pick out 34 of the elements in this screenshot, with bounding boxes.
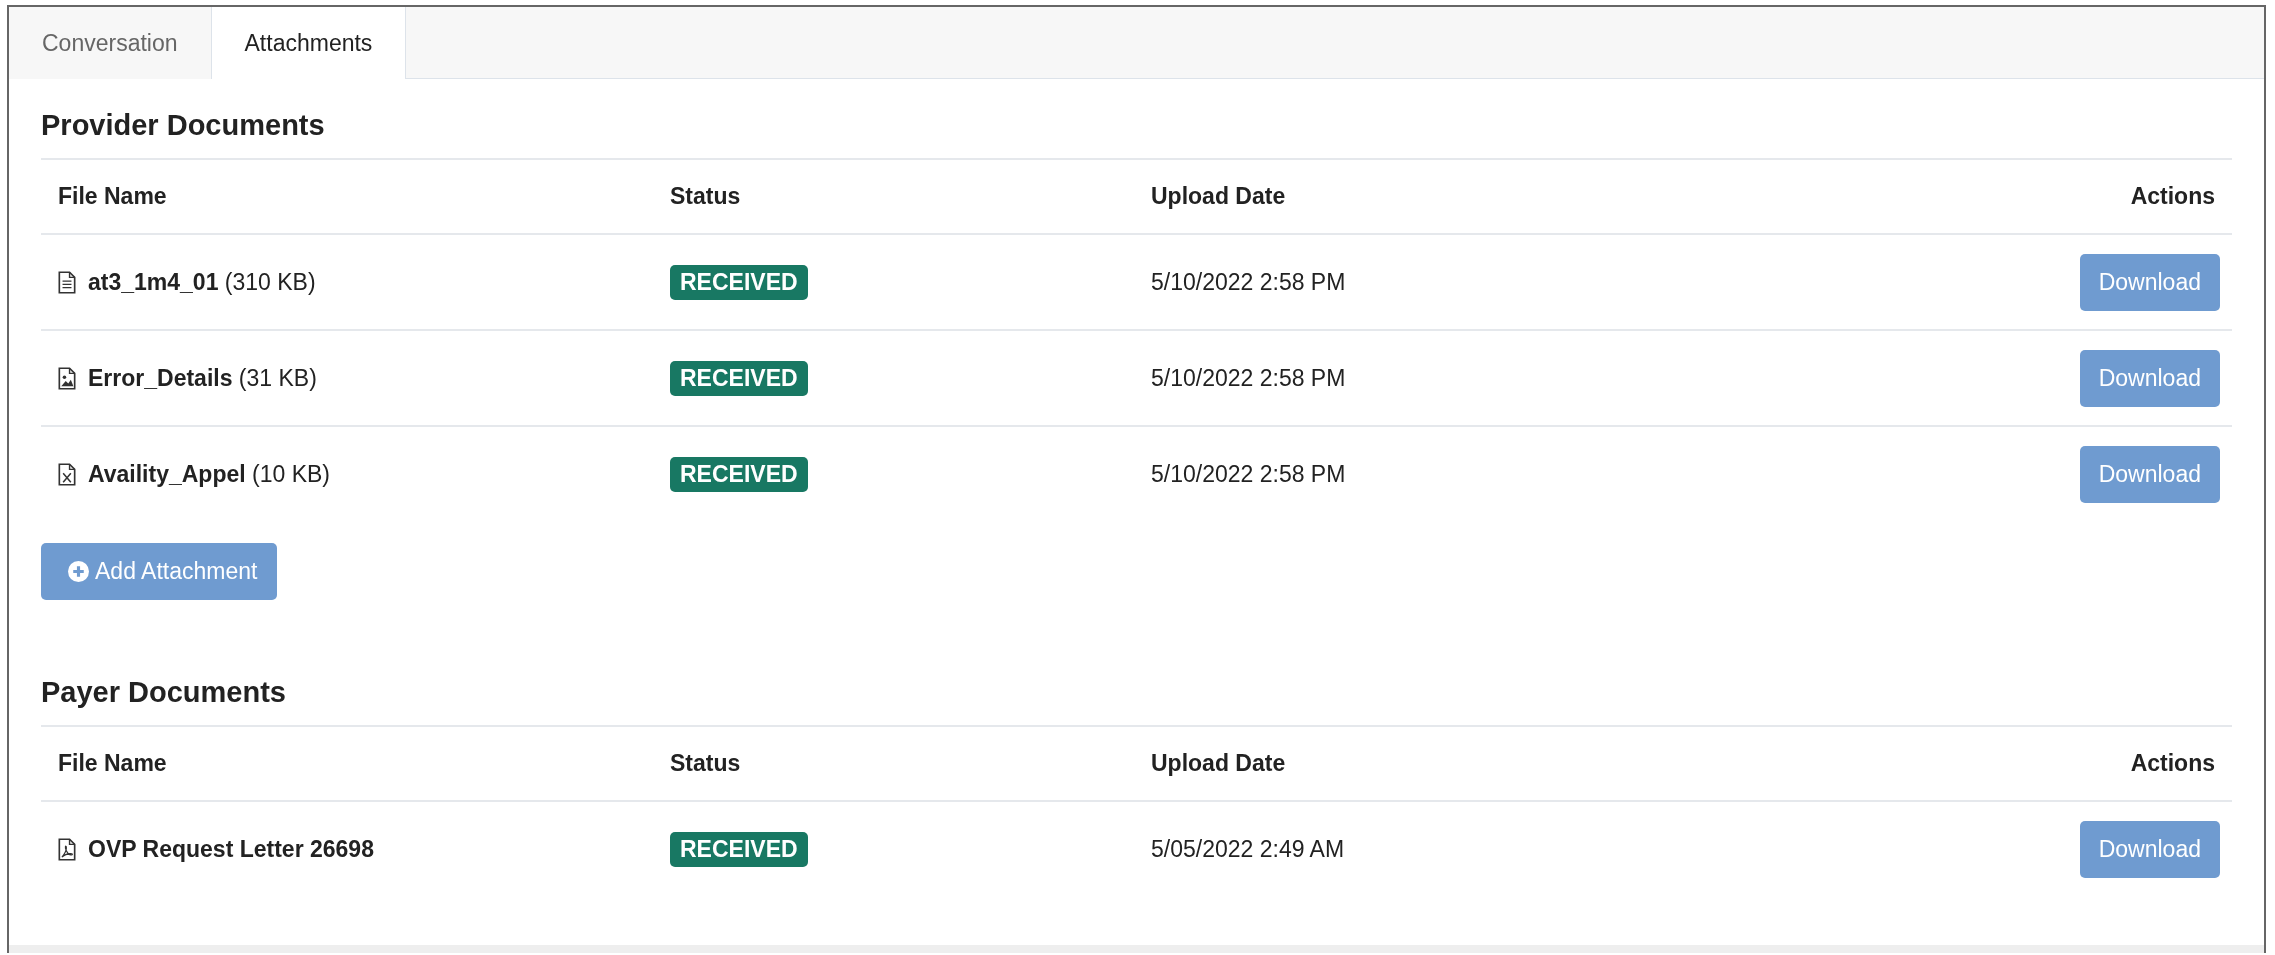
file-name: Error_Details (31 KB): [88, 364, 317, 392]
column-header: File Name: [41, 727, 653, 801]
download-button[interactable]: Download: [2079, 253, 2220, 311]
tab[interactable]: Conversation: [9, 7, 212, 79]
upload-date: 5/10/2022 2:58 PM: [1151, 364, 1346, 391]
text-file-icon: [58, 270, 76, 294]
column-header: Status: [653, 727, 1134, 801]
download-button[interactable]: Download: [2079, 445, 2220, 503]
file-name: Availity_Appel (10 KB): [88, 460, 331, 488]
upload-date: 5/10/2022 2:58 PM: [1151, 460, 1346, 487]
add-attachment-button[interactable]: Add Attachment: [41, 543, 278, 600]
upload-date: 5/05/2022 2:49 AM: [1151, 835, 1345, 862]
pdf-file-icon: [58, 837, 76, 861]
file-name: OVP Request Letter 26698: [88, 835, 374, 863]
column-header: Status: [653, 160, 1134, 234]
image-file-icon: [58, 366, 76, 390]
status-badge: RECEIVED: [670, 264, 808, 300]
status-badge: RECEIVED: [670, 456, 808, 492]
status-badge: RECEIVED: [670, 360, 808, 396]
file-name: at3_1m4_01 (310 KB): [88, 268, 316, 296]
plus-circle-icon: [68, 561, 89, 582]
column-header: Upload Date: [1134, 160, 1768, 234]
section-heading: Payer Documents: [41, 676, 2232, 727]
column-header: Actions: [1768, 727, 2232, 801]
section-heading: Provider Documents: [41, 109, 2232, 160]
download-button[interactable]: Download: [2079, 349, 2220, 407]
column-header: Actions: [1768, 160, 2232, 234]
column-header: File Name: [41, 160, 653, 234]
tab[interactable]: Attachments: [211, 7, 407, 79]
spreadsheet-file-icon: [58, 462, 76, 486]
status-badge: RECEIVED: [670, 831, 808, 867]
column-header: Upload Date: [1134, 727, 1768, 801]
download-button[interactable]: Download: [2079, 820, 2220, 878]
upload-date: 5/10/2022 2:58 PM: [1151, 268, 1346, 295]
